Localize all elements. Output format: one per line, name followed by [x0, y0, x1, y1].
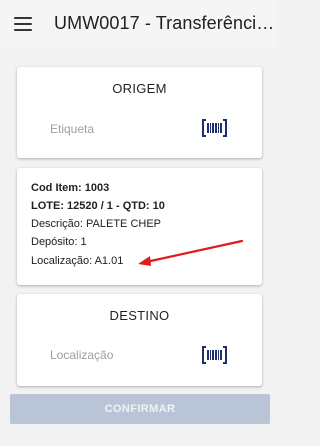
localizacao-field[interactable]: Localização: [50, 348, 113, 362]
origem-title: ORIGEM: [112, 81, 167, 96]
cod-item: Cod Item: 1003: [31, 182, 110, 194]
lote-qtd: LOTE: 12520 / 1 - QTD: 10: [31, 200, 165, 212]
destino-title: DESTINO: [109, 308, 170, 323]
menu-icon[interactable]: [14, 17, 32, 31]
barcode-scan-icon[interactable]: [202, 119, 227, 137]
deposito: Depósito: 1: [31, 236, 87, 248]
destino-card: DESTINO Localização: [17, 294, 262, 386]
confirm-button[interactable]: CONFIRMAR: [10, 394, 270, 424]
origem-card: ORIGEM Etiqueta: [17, 67, 262, 158]
app-bar: UMW0017 - Transferência de Estoque: [0, 0, 276, 48]
barcode-scan-icon[interactable]: [202, 346, 227, 364]
etiqueta-field[interactable]: Etiqueta: [50, 122, 94, 136]
localizacao: Localização: A1.01: [31, 255, 124, 267]
descricao: Descrição: PALETE CHEP: [31, 218, 162, 230]
annotation-arrow-icon: [138, 239, 244, 266]
page-title: UMW0017 - Transferência de Estoque: [54, 13, 276, 33]
